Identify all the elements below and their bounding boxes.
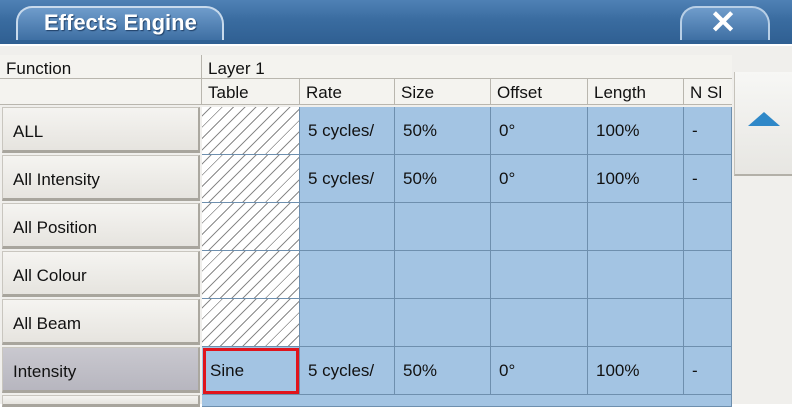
rate-cell[interactable]: [300, 251, 395, 299]
offset-cell[interactable]: [491, 299, 588, 347]
scroll-up-button[interactable]: [734, 72, 792, 176]
function-button-all-intensity[interactable]: All Intensity: [2, 155, 200, 201]
table-cell[interactable]: [202, 251, 300, 299]
scroll-track[interactable]: [734, 176, 792, 404]
col-header-rate[interactable]: Rate: [300, 79, 395, 105]
table-cell[interactable]: [202, 107, 300, 155]
function-button-all[interactable]: ALL: [2, 107, 200, 153]
nshots-cell[interactable]: -: [684, 107, 732, 155]
rate-cell[interactable]: [300, 299, 395, 347]
col-header-table[interactable]: Table: [202, 79, 300, 105]
length-cell[interactable]: [588, 251, 684, 299]
nshots-cell[interactable]: -: [684, 155, 732, 203]
function-button-partial[interactable]: [2, 395, 200, 407]
table-cell[interactable]: [202, 299, 300, 347]
function-header: Function: [0, 55, 202, 79]
length-cell[interactable]: [588, 203, 684, 251]
function-button-all-colour[interactable]: All Colour: [2, 251, 200, 297]
function-button-all-beam[interactable]: All Beam: [2, 299, 200, 345]
rate-cell[interactable]: 5 cycles/: [300, 107, 395, 155]
size-cell[interactable]: 50%: [395, 107, 491, 155]
size-cell[interactable]: 50%: [395, 155, 491, 203]
length-cell[interactable]: 100%: [588, 155, 684, 203]
nshots-cell[interactable]: [684, 299, 732, 347]
offset-cell[interactable]: 0°: [491, 107, 588, 155]
size-cell[interactable]: [395, 251, 491, 299]
col-header-nshots[interactable]: N Sl: [684, 79, 732, 105]
partial-row: [202, 395, 732, 407]
nshots-cell[interactable]: [684, 203, 732, 251]
function-button-intensity[interactable]: Intensity: [2, 347, 200, 393]
table-cell-sine[interactable]: Sine: [202, 347, 300, 395]
length-cell[interactable]: [588, 299, 684, 347]
title-bar: Effects Engine ✕: [0, 0, 792, 44]
col-header-length[interactable]: Length: [588, 79, 684, 105]
offset-cell[interactable]: [491, 251, 588, 299]
rate-cell[interactable]: 5 cycles/: [300, 155, 395, 203]
length-cell[interactable]: 100%: [588, 347, 684, 395]
size-cell[interactable]: 50%: [395, 347, 491, 395]
size-cell[interactable]: [395, 299, 491, 347]
nshots-cell[interactable]: [684, 251, 732, 299]
function-button-all-position[interactable]: All Position: [2, 203, 200, 249]
offset-cell[interactable]: [491, 203, 588, 251]
rate-cell[interactable]: [300, 203, 395, 251]
arrow-up-icon: [748, 112, 780, 126]
table-cell[interactable]: [202, 155, 300, 203]
layer-header: Layer 1: [202, 55, 732, 79]
table-cell[interactable]: [202, 203, 300, 251]
offset-cell[interactable]: 0°: [491, 155, 588, 203]
length-cell[interactable]: 100%: [588, 107, 684, 155]
col-header-size[interactable]: Size: [395, 79, 491, 105]
function-header-blank: [0, 79, 202, 105]
window-title: Effects Engine: [44, 10, 197, 35]
close-icon[interactable]: ✕: [706, 6, 740, 38]
offset-cell[interactable]: 0°: [491, 347, 588, 395]
col-header-offset[interactable]: Offset: [491, 79, 588, 105]
size-cell[interactable]: [395, 203, 491, 251]
nshots-cell[interactable]: -: [684, 347, 732, 395]
rate-cell[interactable]: 5 cycles/: [300, 347, 395, 395]
effects-panel: Function Layer 1 Table Rate Size Offset …: [0, 46, 792, 407]
